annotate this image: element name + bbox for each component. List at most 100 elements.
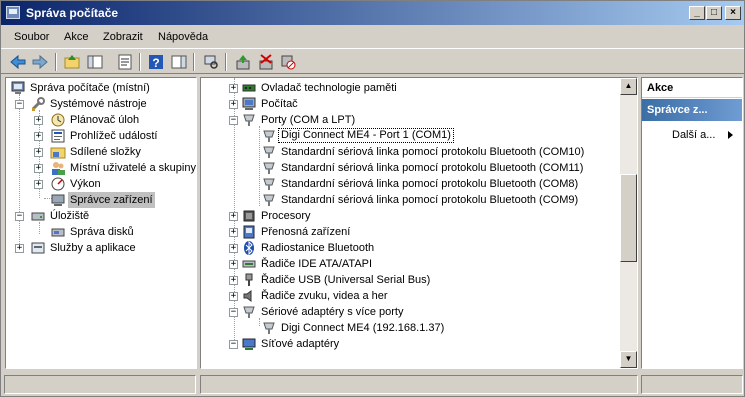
portable-device-icon (243, 225, 255, 239)
actions-pane: Akce Správce z... Další a... (641, 77, 743, 369)
back-arrow-icon[interactable] (9, 53, 27, 71)
show-action-pane-icon[interactable] (170, 53, 188, 71)
tree-label: Prohlížeč událostí (70, 130, 158, 142)
disk-management-icon (51, 228, 65, 237)
svg-text:?: ? (152, 56, 159, 70)
maximize-button[interactable]: □ (706, 6, 722, 20)
device-label: Procesory (261, 210, 311, 222)
collapse-icon[interactable]: − (229, 340, 238, 349)
device-label: Řadiče USB (Universal Serial Bus) (261, 274, 431, 286)
expand-icon[interactable]: + (229, 260, 238, 269)
help-icon[interactable]: ? (147, 53, 165, 71)
status-cell-2 (200, 375, 638, 394)
ide-controller-icon (242, 260, 256, 268)
expand-icon[interactable]: + (15, 244, 24, 253)
network-adapter-icon (242, 338, 256, 350)
device-label: Porty (COM a LPT) (261, 114, 356, 126)
scroll-up-button[interactable]: ▲ (620, 78, 637, 95)
port-icon (263, 146, 275, 158)
expand-icon[interactable]: + (34, 164, 43, 173)
device-label: Standardní sériová linka pomocí protokol… (281, 194, 579, 206)
port-icon (263, 162, 275, 174)
close-button[interactable]: × (725, 6, 741, 20)
tree-label: Výkon (70, 178, 101, 190)
menu-zobrazit[interactable]: Zobrazit (103, 31, 143, 43)
tree-label: Správa počítače (místní) (30, 82, 150, 94)
device-label: Standardní sériová linka pomocí protokol… (281, 162, 584, 174)
device-label: Radiostanice Bluetooth (261, 242, 375, 254)
expand-icon[interactable]: + (229, 212, 238, 221)
bluetooth-icon (244, 240, 254, 256)
expand-icon[interactable]: + (34, 148, 43, 157)
port-icon (243, 306, 255, 318)
device-label: Řadiče zvuku, videa a her (261, 290, 388, 302)
storage-icon (31, 212, 45, 221)
menu-soubor[interactable]: Soubor (14, 31, 49, 43)
device-label: Sériové adaptéry s více porty (261, 306, 404, 318)
forward-arrow-icon[interactable] (31, 53, 49, 71)
scroll-down-button[interactable]: ▼ (620, 351, 637, 368)
tree-label: Systémové nástroje (50, 98, 147, 110)
expand-icon[interactable]: + (229, 276, 238, 285)
update-driver-icon[interactable] (234, 53, 252, 71)
device-tree[interactable]: + Ovladač technologie paměti + Počítač −… (200, 77, 638, 369)
computer-management-icon (11, 81, 25, 94)
device-label: Počítač (261, 98, 298, 110)
tree-label: Místní uživatelé a skupiny (70, 162, 196, 174)
expand-icon[interactable]: + (34, 116, 43, 125)
title-bar[interactable]: Správa počítače _ □ × (1, 1, 744, 25)
up-folder-icon[interactable] (63, 53, 81, 71)
properties-icon[interactable] (116, 53, 134, 71)
menu-bar: Soubor Akce Zobrazit Nápověda (1, 27, 744, 47)
expand-icon[interactable]: + (229, 228, 238, 237)
expand-icon[interactable]: + (229, 84, 238, 93)
services-apps-icon (31, 242, 45, 254)
expand-icon[interactable]: + (229, 244, 238, 253)
task-scheduler-icon (51, 113, 65, 127)
expand-icon[interactable]: + (34, 132, 43, 141)
device-tree-scrollbar[interactable]: ▲ ▼ (620, 78, 637, 368)
collapse-icon[interactable]: − (15, 212, 24, 221)
device-label: Standardní sériová linka pomocí protokol… (281, 146, 585, 158)
disable-device-icon[interactable] (279, 53, 297, 71)
tree-label: Sdílené složky (70, 146, 141, 158)
menu-akce[interactable]: Akce (64, 31, 88, 43)
port-icon (263, 194, 275, 206)
device-label: Standardní sériová linka pomocí protokol… (281, 178, 579, 190)
expand-icon[interactable]: + (229, 292, 238, 301)
collapse-icon[interactable]: − (229, 308, 238, 317)
device-label: Síťové adaptéry (261, 338, 340, 350)
expand-icon[interactable]: + (34, 180, 43, 189)
toolbar: ? (1, 48, 744, 74)
menu-napoveda[interactable]: Nápověda (158, 31, 208, 43)
device-label: Ovladač technologie paměti (261, 82, 397, 94)
scan-hardware-changes-icon[interactable] (202, 53, 220, 71)
users-groups-icon (52, 162, 65, 175)
processor-icon (243, 210, 255, 222)
more-actions-link[interactable]: Další a... (672, 129, 715, 141)
device-label: Digi Connect ME4 (192.168.1.37) (281, 322, 445, 334)
device-label: Přenosná zařízení (261, 226, 351, 238)
shared-folders-icon (50, 147, 66, 159)
tree-label: Správa disků (70, 226, 134, 238)
performance-icon (51, 177, 65, 191)
collapse-icon[interactable]: − (15, 100, 24, 109)
show-hide-console-tree-icon[interactable] (86, 53, 104, 71)
console-tree[interactable]: Správa počítače (místní) − Systémové nás… (5, 77, 197, 369)
collapse-icon[interactable]: − (229, 116, 238, 125)
tree-label: Úložiště (50, 210, 90, 222)
computer-management-window: Správa počítače _ □ × Soubor Akce Zobraz… (0, 0, 745, 397)
port-icon (263, 322, 275, 334)
expand-icon[interactable]: + (229, 100, 238, 109)
memory-icon (242, 84, 256, 92)
uninstall-icon[interactable] (257, 53, 275, 71)
computer-management-icon (6, 6, 20, 19)
actions-section-device-manager[interactable]: Správce z... (642, 99, 742, 121)
port-icon (263, 130, 275, 142)
scroll-thumb[interactable] (620, 174, 637, 262)
tree-label: Správce zařízení (68, 192, 155, 208)
system-tools-icon (31, 97, 45, 111)
submenu-arrow-icon (728, 131, 733, 139)
minimize-button[interactable]: _ (689, 6, 705, 20)
status-cell-1 (4, 375, 196, 394)
